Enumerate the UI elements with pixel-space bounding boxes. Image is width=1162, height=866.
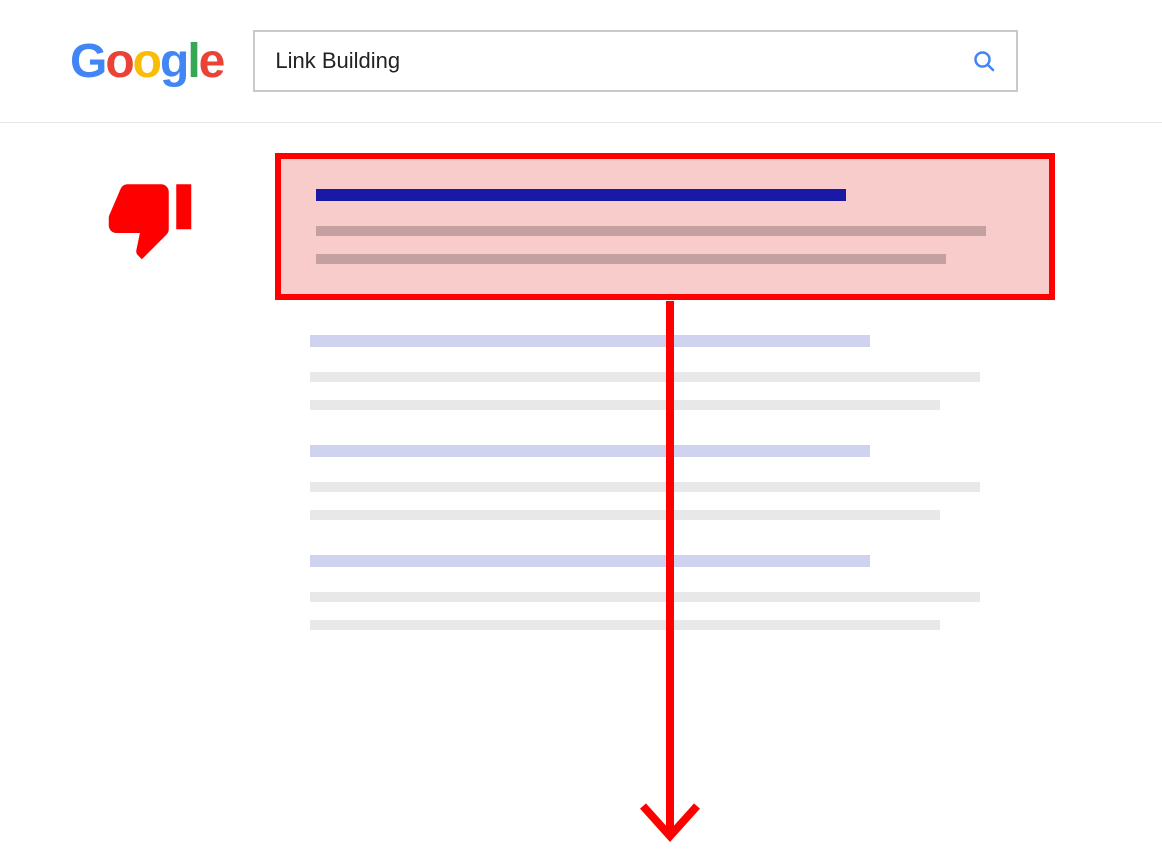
search-box <box>253 30 1018 92</box>
result-title-bar <box>310 445 870 457</box>
search-input[interactable] <box>275 48 972 74</box>
result-title-bar <box>316 189 846 201</box>
logo-letter: g <box>160 35 187 88</box>
result-snippet-line <box>310 372 980 382</box>
result-snippet-line <box>310 482 980 492</box>
result-snippet-line <box>310 400 940 410</box>
results-area <box>0 123 1162 630</box>
result-snippet-line <box>316 254 946 264</box>
result-snippet-line <box>316 226 986 236</box>
logo-letter: o <box>105 35 132 88</box>
result-item <box>310 555 1010 630</box>
result-snippet-line <box>310 510 940 520</box>
logo-letter: e <box>199 35 224 88</box>
logo-letter: l <box>187 35 198 88</box>
search-icon[interactable] <box>972 49 996 73</box>
result-title-bar <box>310 335 870 347</box>
result-item <box>310 335 1010 410</box>
result-title-bar <box>310 555 870 567</box>
google-logo: Google <box>70 34 223 89</box>
highlighted-result <box>275 153 1055 300</box>
logo-letter: o <box>133 35 160 88</box>
thumbs-down-icon <box>105 173 195 268</box>
result-item <box>310 445 1010 520</box>
logo-letter: G <box>70 35 105 88</box>
result-snippet-line <box>310 592 980 602</box>
result-snippet-line <box>310 620 940 630</box>
search-header: Google <box>0 0 1162 123</box>
